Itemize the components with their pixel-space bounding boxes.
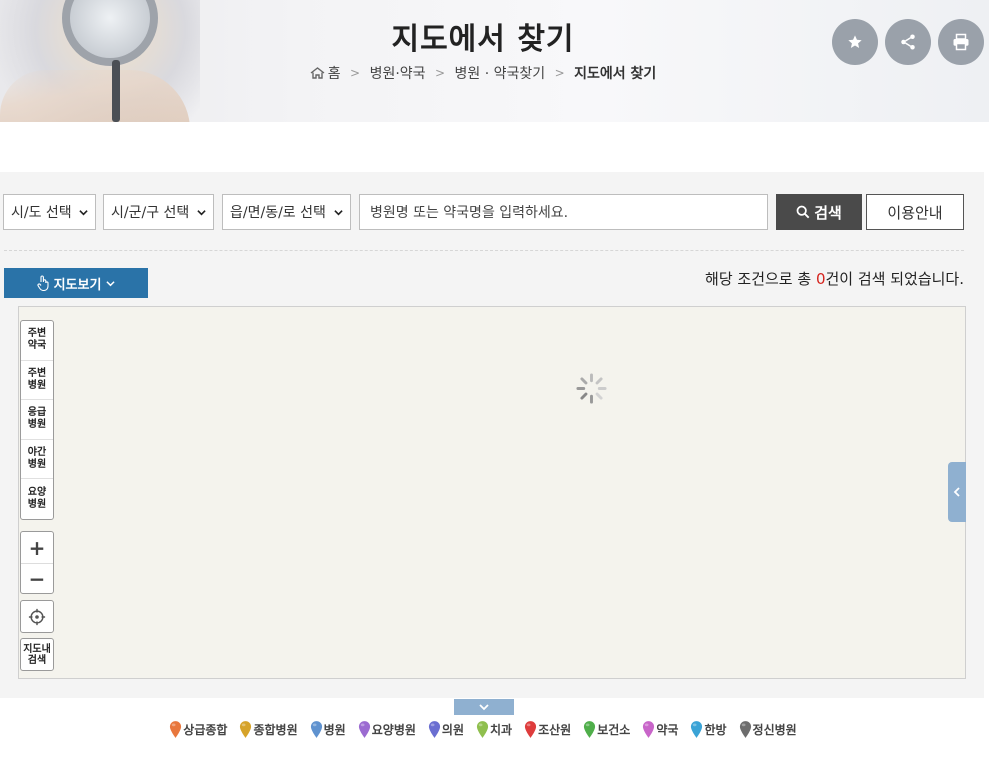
legend-label: 상급종합 (183, 723, 228, 737)
search-icon (796, 205, 810, 219)
zoom-control: + − (20, 531, 54, 594)
category-emergency-hospital[interactable]: 응급 병원 (21, 400, 53, 440)
chevron-right-icon: > (435, 66, 446, 80)
legend-label: 종합병원 (253, 723, 298, 737)
guide-button[interactable]: 이용안내 (866, 194, 964, 230)
legend-label: 의원 (441, 723, 464, 737)
legend-item: 약국 (642, 720, 678, 739)
breadcrumb: 홈 > 병원·약국 > 병원 · 약국찾기 > 지도에서 찾기 (0, 63, 966, 83)
map-pin-icon (240, 721, 252, 738)
home-icon (310, 67, 325, 79)
legend-item: 요양병원 (358, 720, 416, 739)
breadcrumb-item-hospital-pharmacy[interactable]: 병원·약국 (370, 63, 426, 83)
legend-item: 치과 (476, 720, 512, 739)
map-pin-icon (691, 721, 703, 738)
side-panel-toggle[interactable] (948, 462, 966, 522)
breadcrumb-home[interactable]: 홈 (310, 63, 341, 83)
map-pin-icon (170, 721, 182, 738)
zoom-in-button[interactable]: + (21, 532, 53, 563)
legend-label: 요양병원 (371, 723, 416, 737)
map-collapse-toggle[interactable] (454, 699, 514, 715)
current-location-button[interactable] (20, 600, 54, 633)
legend-label: 약국 (656, 723, 679, 737)
print-button[interactable] (938, 19, 984, 65)
emd-select[interactable]: 읍/면/동/로 선택 (222, 194, 351, 230)
legend-label: 치과 (490, 723, 513, 737)
result-prefix: 해당 조건으로 총 (705, 270, 816, 288)
map-pin-icon (310, 721, 322, 738)
legend-item: 병원 (310, 720, 346, 739)
legend-item: 조산원 (524, 720, 571, 739)
legend-label: 조산원 (538, 723, 572, 737)
legend-label: 병원 (323, 723, 346, 737)
star-icon (848, 35, 862, 48)
legend-item: 의원 (428, 720, 464, 739)
share-icon (901, 34, 915, 50)
chevron-right-icon: > (350, 66, 361, 80)
result-suffix: 건이 검색 되었습니다. (825, 270, 964, 288)
map-pin-icon (643, 721, 655, 738)
chevron-down-icon (106, 280, 116, 286)
category-care-hospital[interactable]: 요양 병원 (21, 479, 53, 519)
legend-label: 한방 (704, 723, 727, 737)
map-area-search-button[interactable]: 지도내 검색 (20, 638, 54, 671)
loading-spinner-icon (576, 373, 607, 404)
legend-label: 보건소 (597, 723, 631, 737)
map-pin-icon (525, 721, 537, 738)
map-view-button[interactable]: 지도보기 (4, 268, 148, 298)
map-canvas[interactable] (18, 306, 966, 679)
map-pin-icon (428, 721, 440, 738)
map-pin-icon (739, 721, 751, 738)
breadcrumb-current: 지도에서 찾기 (574, 66, 657, 82)
legend-item: 상급종합 (169, 720, 227, 739)
chevron-left-icon (953, 487, 960, 497)
search-input[interactable]: 병원명 또는 약국명을 입력하세요. (359, 194, 768, 230)
chevron-down-icon (334, 209, 343, 215)
search-button[interactable]: 검색 (776, 194, 862, 230)
legend-item: 정신병원 (739, 720, 797, 739)
sigungu-select-value: 시/군/구 선택 (111, 205, 190, 221)
category-nearby-hospital[interactable]: 주변 병원 (21, 361, 53, 401)
search-button-label: 검색 (814, 203, 842, 222)
chevron-down-icon (479, 704, 489, 711)
breadcrumb-item-find[interactable]: 병원 · 약국찾기 (455, 63, 546, 83)
map-view-label: 지도보기 (53, 277, 102, 293)
category-nearby-pharmacy[interactable]: 주변 약국 (21, 321, 53, 361)
page-title: 지도에서 찾기 (391, 22, 575, 57)
emd-select-value: 읍/면/동/로 선택 (230, 205, 326, 221)
crosshair-icon (28, 608, 46, 625)
share-button[interactable] (885, 19, 931, 65)
result-count: 해당 조건으로 총 0건이 검색 되었습니다. (705, 268, 964, 289)
legend-item: 종합병원 (239, 720, 298, 739)
legend-item: 보건소 (583, 720, 630, 739)
map-legend: 상급종합 종합병원 병원 요양병원 의원 치과 조산원 보건소 약국 한방 정신병원 (0, 720, 966, 739)
sido-select-value: 시/도 선택 (11, 205, 72, 221)
touch-hand-icon (37, 275, 49, 291)
map-pin-icon (358, 721, 370, 738)
sigungu-select[interactable]: 시/군/구 선택 (103, 194, 214, 230)
chevron-down-icon (197, 209, 206, 215)
chevron-right-icon: > (554, 66, 565, 80)
map-pin-icon (476, 721, 489, 738)
divider (4, 250, 964, 251)
legend-label: 정신병원 (752, 723, 797, 737)
zoom-out-button[interactable]: − (21, 563, 53, 594)
legend-item: 한방 (690, 720, 727, 739)
category-filter: 주변 약국 주변 병원 응급 병원 야간 병원 요양 병원 (20, 320, 54, 520)
printer-icon (953, 33, 969, 51)
chevron-down-icon (79, 209, 88, 215)
map-pin-icon (584, 721, 596, 738)
sido-select[interactable]: 시/도 선택 (3, 194, 96, 230)
favorite-button[interactable] (832, 19, 878, 65)
category-night-hospital[interactable]: 야간 병원 (21, 440, 53, 480)
search-input-placeholder: 병원명 또는 약국명을 입력하세요. (370, 205, 569, 221)
